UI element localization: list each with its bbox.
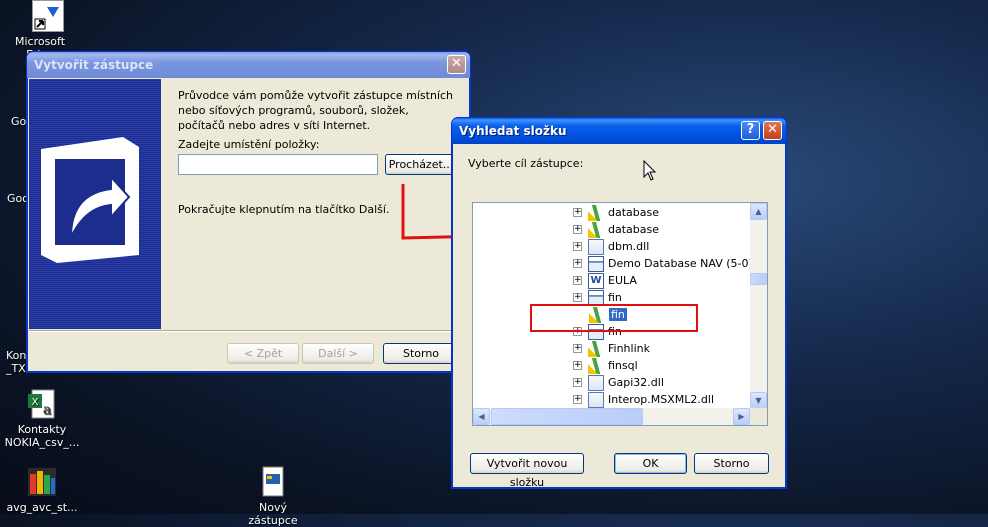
dialog-prompt: Vyberte cíl zástupce: <box>468 157 584 170</box>
tree-item-label: Interop.MSXML2.dll <box>608 393 715 406</box>
desktop-label-fragment: Go <box>11 115 27 128</box>
expand-plus-icon[interactable]: + <box>573 225 582 234</box>
expand-plus-icon[interactable]: + <box>573 378 582 387</box>
expand-plus-icon[interactable]: + <box>573 361 582 370</box>
tree-item[interactable]: + Gapi32.dll <box>573 374 664 391</box>
help-button[interactable]: ? <box>741 121 760 140</box>
svg-text:a: a <box>43 402 51 418</box>
close-button[interactable]: ✕ <box>447 55 466 74</box>
shortcut-large-icon <box>41 137 141 263</box>
tree-item[interactable]: + database <box>573 221 659 238</box>
continue-instruction: Pokračujte klepnutím na tlačítko Další. <box>178 203 390 216</box>
chevron-right-icon: ▶ <box>738 412 745 421</box>
tree-item[interactable]: + dbm.dll <box>573 238 649 255</box>
scroll-up-button[interactable]: ▲ <box>750 203 767 220</box>
cancel-button[interactable]: Storno <box>383 343 459 364</box>
tree-horizontal-scrollbar[interactable]: ◀ ▶ <box>473 408 750 425</box>
nav-db-icon <box>588 357 604 374</box>
excel-csv-icon: Xa <box>26 388 58 420</box>
dialog-title: Vyhledat složku <box>459 124 567 138</box>
expand-plus-icon[interactable]: + <box>573 259 582 268</box>
tree-item[interactable]: + database <box>573 204 659 221</box>
next-button[interactable]: Další > <box>302 343 374 364</box>
desktop-icon-novy-zastupce[interactable]: Nový zástupce <box>233 466 313 527</box>
expand-plus-icon[interactable]: + <box>573 208 582 217</box>
chevron-left-icon: ◀ <box>478 412 485 421</box>
tree-item[interactable]: + Demo Database NAV (5-0)_D <box>573 255 767 272</box>
tree-item[interactable]: + Finhlink <box>573 340 650 357</box>
new-folder-button[interactable]: Vytvořit novou složku <box>470 453 584 489</box>
chevron-down-icon: ▼ <box>755 396 762 405</box>
back-button[interactable]: < Zpět <box>227 343 299 364</box>
desktop-icon-label: Kontakty NOKIA_csv_... <box>4 423 80 449</box>
word-doc-icon: W <box>588 272 604 289</box>
wizard-separator <box>29 330 466 332</box>
close-icon: ✕ <box>767 122 778 137</box>
close-button[interactable]: ✕ <box>763 121 782 140</box>
close-icon: ✕ <box>451 56 462 71</box>
tree-item-label: database <box>608 206 659 219</box>
window-titlebar[interactable]: Vytvořit zástupce ✕ <box>27 52 470 78</box>
mouse-cursor-icon <box>643 160 657 181</box>
tree-vertical-scrollbar[interactable]: ▲ ▼ <box>750 203 767 409</box>
expand-plus-icon[interactable]: + <box>573 293 582 302</box>
expand-plus-icon[interactable]: + <box>573 344 582 353</box>
scrollbar-corner <box>750 408 767 425</box>
nav-db-icon <box>588 221 604 238</box>
expand-plus-icon[interactable]: + <box>573 242 582 251</box>
help-icon: ? <box>746 122 755 137</box>
nav-db-icon <box>588 340 604 357</box>
app-icon <box>588 255 604 272</box>
nav-db-icon <box>588 204 604 221</box>
cancel-button[interactable]: Storno <box>694 453 769 474</box>
location-label: Zadejte umístění položky: <box>178 138 320 151</box>
location-input[interactable] <box>178 154 378 175</box>
tree-item-label: Finhlink <box>608 342 650 355</box>
desktop-icon-avg[interactable]: avg_avc_st... <box>2 466 82 514</box>
shortcut-arrow-icon <box>32 0 64 32</box>
browse-button[interactable]: Procházet... <box>385 154 457 175</box>
annotation-highlight-box <box>530 304 698 332</box>
desktop-icon-label: Nový zástupce <box>248 501 298 527</box>
browse-folder-dialog: Vyhledat složku ? ✕ Vyberte cíl zástupce… <box>451 117 787 489</box>
scroll-right-button[interactable]: ▶ <box>733 408 750 425</box>
tree-item-label: dbm.dll <box>608 240 650 253</box>
window-title: Vytvořit zástupce <box>34 58 154 72</box>
desktop-icon-kontakty[interactable]: Xa Kontakty NOKIA_csv_... <box>2 388 82 449</box>
tree-item[interactable]: + Interop.MSXML2.dll <box>573 391 714 408</box>
scroll-down-button[interactable]: ▼ <box>750 392 767 409</box>
tree-item-label: database <box>608 223 659 236</box>
desktop-icon-label: avg_avc_st... <box>6 501 78 514</box>
shortcut-file-icon <box>257 466 289 498</box>
ok-button[interactable]: OK <box>614 453 687 474</box>
tree-item-label: Demo Database NAV (5-0)_D <box>608 257 767 270</box>
tree-item-label: finsql <box>608 359 638 372</box>
tree-item-label: Gapi32.dll <box>608 376 664 389</box>
tree-item-label: EULA <box>608 274 637 287</box>
dll-icon <box>588 238 604 255</box>
expand-plus-icon[interactable]: + <box>573 276 582 285</box>
dll-icon <box>588 374 604 391</box>
tree-item[interactable]: + W EULA <box>573 272 637 289</box>
tree-item-label: fin <box>608 291 622 304</box>
dialog-titlebar[interactable]: Vyhledat složku ? ✕ <box>452 118 786 144</box>
avg-icon <box>26 466 58 498</box>
wizard-description: Průvodce vám pomůže vytvořit zástupce mí… <box>178 89 454 132</box>
tree-item[interactable]: + finsql <box>573 357 638 374</box>
expand-plus-icon[interactable]: + <box>573 395 582 404</box>
wizard-banner <box>29 79 161 329</box>
chevron-up-icon: ▲ <box>755 207 762 216</box>
desktop-label-fragment: Kon <box>6 349 27 362</box>
scroll-thumb-horizontal[interactable] <box>491 408 643 425</box>
svg-text:X: X <box>32 397 39 408</box>
dll-icon <box>588 391 604 408</box>
desktop-label-fragment: _TX <box>6 362 26 375</box>
scroll-thumb-vertical[interactable] <box>750 273 767 285</box>
scroll-left-button[interactable]: ◀ <box>473 408 490 425</box>
